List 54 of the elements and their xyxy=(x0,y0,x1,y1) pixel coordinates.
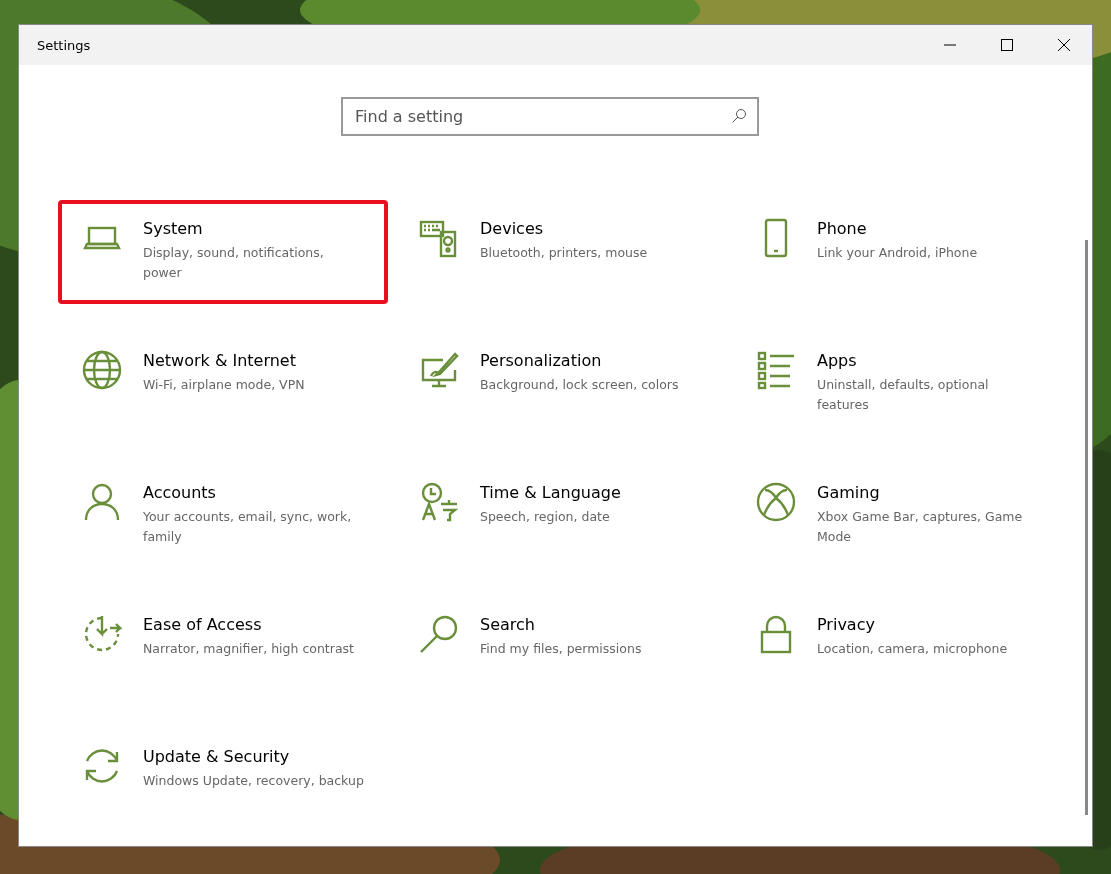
settings-tile[interactable]: Ease of Access Narrator, magnifier, high contrast xyxy=(58,596,388,700)
settings-tile[interactable]: Personalization Background, lock screen, colors xyxy=(395,332,725,436)
settings-tile[interactable]: Update & Security Windows Update, recovery, backup xyxy=(58,728,388,832)
clock-letter-icon xyxy=(419,482,459,522)
settings-tile[interactable]: Apps Uninstall, defaults, optional features xyxy=(732,332,1062,436)
list-icon xyxy=(756,350,796,390)
tile-title: Apps xyxy=(817,350,858,372)
scrollbar[interactable] xyxy=(1085,240,1088,815)
tile-title: Gaming xyxy=(817,482,881,504)
settings-tile[interactable]: Search Find my files, permissions xyxy=(395,596,725,700)
tile-description: Bluetooth, printers, mouse xyxy=(480,244,648,262)
tile-description: Link your Android, iPhone xyxy=(817,244,978,262)
tile-title: System xyxy=(143,218,204,240)
settings-tile[interactable]: Privacy Location, camera, microphone xyxy=(732,596,1062,700)
search-icon xyxy=(731,108,747,124)
settings-tile[interactable]: Gaming Xbox Game Bar, captures, Game Mode xyxy=(732,464,1062,568)
tile-title: Network & Internet xyxy=(143,350,297,372)
close-icon xyxy=(1057,39,1070,51)
xbox-icon xyxy=(756,482,796,522)
tile-description: Windows Update, recovery, backup xyxy=(143,772,364,790)
tile-description: Display, sound, notifications, power xyxy=(143,244,325,282)
person-icon xyxy=(82,482,122,522)
tile-description: Uninstall, defaults, optional features xyxy=(817,376,990,414)
settings-tile[interactable]: Network & Internet Wi-Fi, airplane mode, VPN xyxy=(58,332,388,436)
tile-description: Your accounts, email, sync, work, family xyxy=(143,508,353,546)
tile-title: Devices xyxy=(480,218,545,240)
globe-icon xyxy=(82,350,122,390)
tile-title: Update & Security xyxy=(143,746,291,768)
settings-tile[interactable]: Devices Bluetooth, printers, mouse xyxy=(395,200,725,304)
tile-title: Personalization xyxy=(480,350,603,372)
tile-title: Privacy xyxy=(817,614,876,636)
search-icon xyxy=(419,614,459,654)
settings-tile[interactable]: Accounts Your accounts, email, sync, work, family xyxy=(58,464,388,568)
tile-description: Xbox Game Bar, captures, Game Mode xyxy=(817,508,1024,546)
tile-title: Time & Language xyxy=(480,482,621,504)
settings-tile[interactable]: Time & Language Speech, region, date xyxy=(395,464,725,568)
settings-tile[interactable]: Phone Link your Android, iPhone xyxy=(732,200,1062,304)
settings-tile[interactable]: System Display, sound, notifications, power xyxy=(58,200,388,304)
window-title: Settings xyxy=(36,37,91,53)
tile-title: Search xyxy=(480,614,536,636)
tile-description: Speech, region, date xyxy=(480,508,611,526)
tile-description: Background, lock screen, colors xyxy=(480,376,679,394)
search-field[interactable]: Find a setting xyxy=(341,97,759,136)
paintbrush-monitor-icon xyxy=(419,350,459,390)
tile-description: Wi-Fi, airplane mode, VPN xyxy=(143,376,305,394)
maximize-icon xyxy=(1000,39,1013,51)
tile-title: Phone xyxy=(817,218,868,240)
tile-title: Accounts xyxy=(143,482,217,504)
tile-description: Find my files, permissions xyxy=(480,640,642,658)
keyboard-speaker-icon xyxy=(419,218,459,258)
dashed-circle-arrow-icon xyxy=(82,614,122,654)
tile-description: Narrator, magnifier, high contrast xyxy=(143,640,354,658)
tile-title: Ease of Access xyxy=(143,614,263,636)
tile-description: Location, camera, microphone xyxy=(817,640,1008,658)
